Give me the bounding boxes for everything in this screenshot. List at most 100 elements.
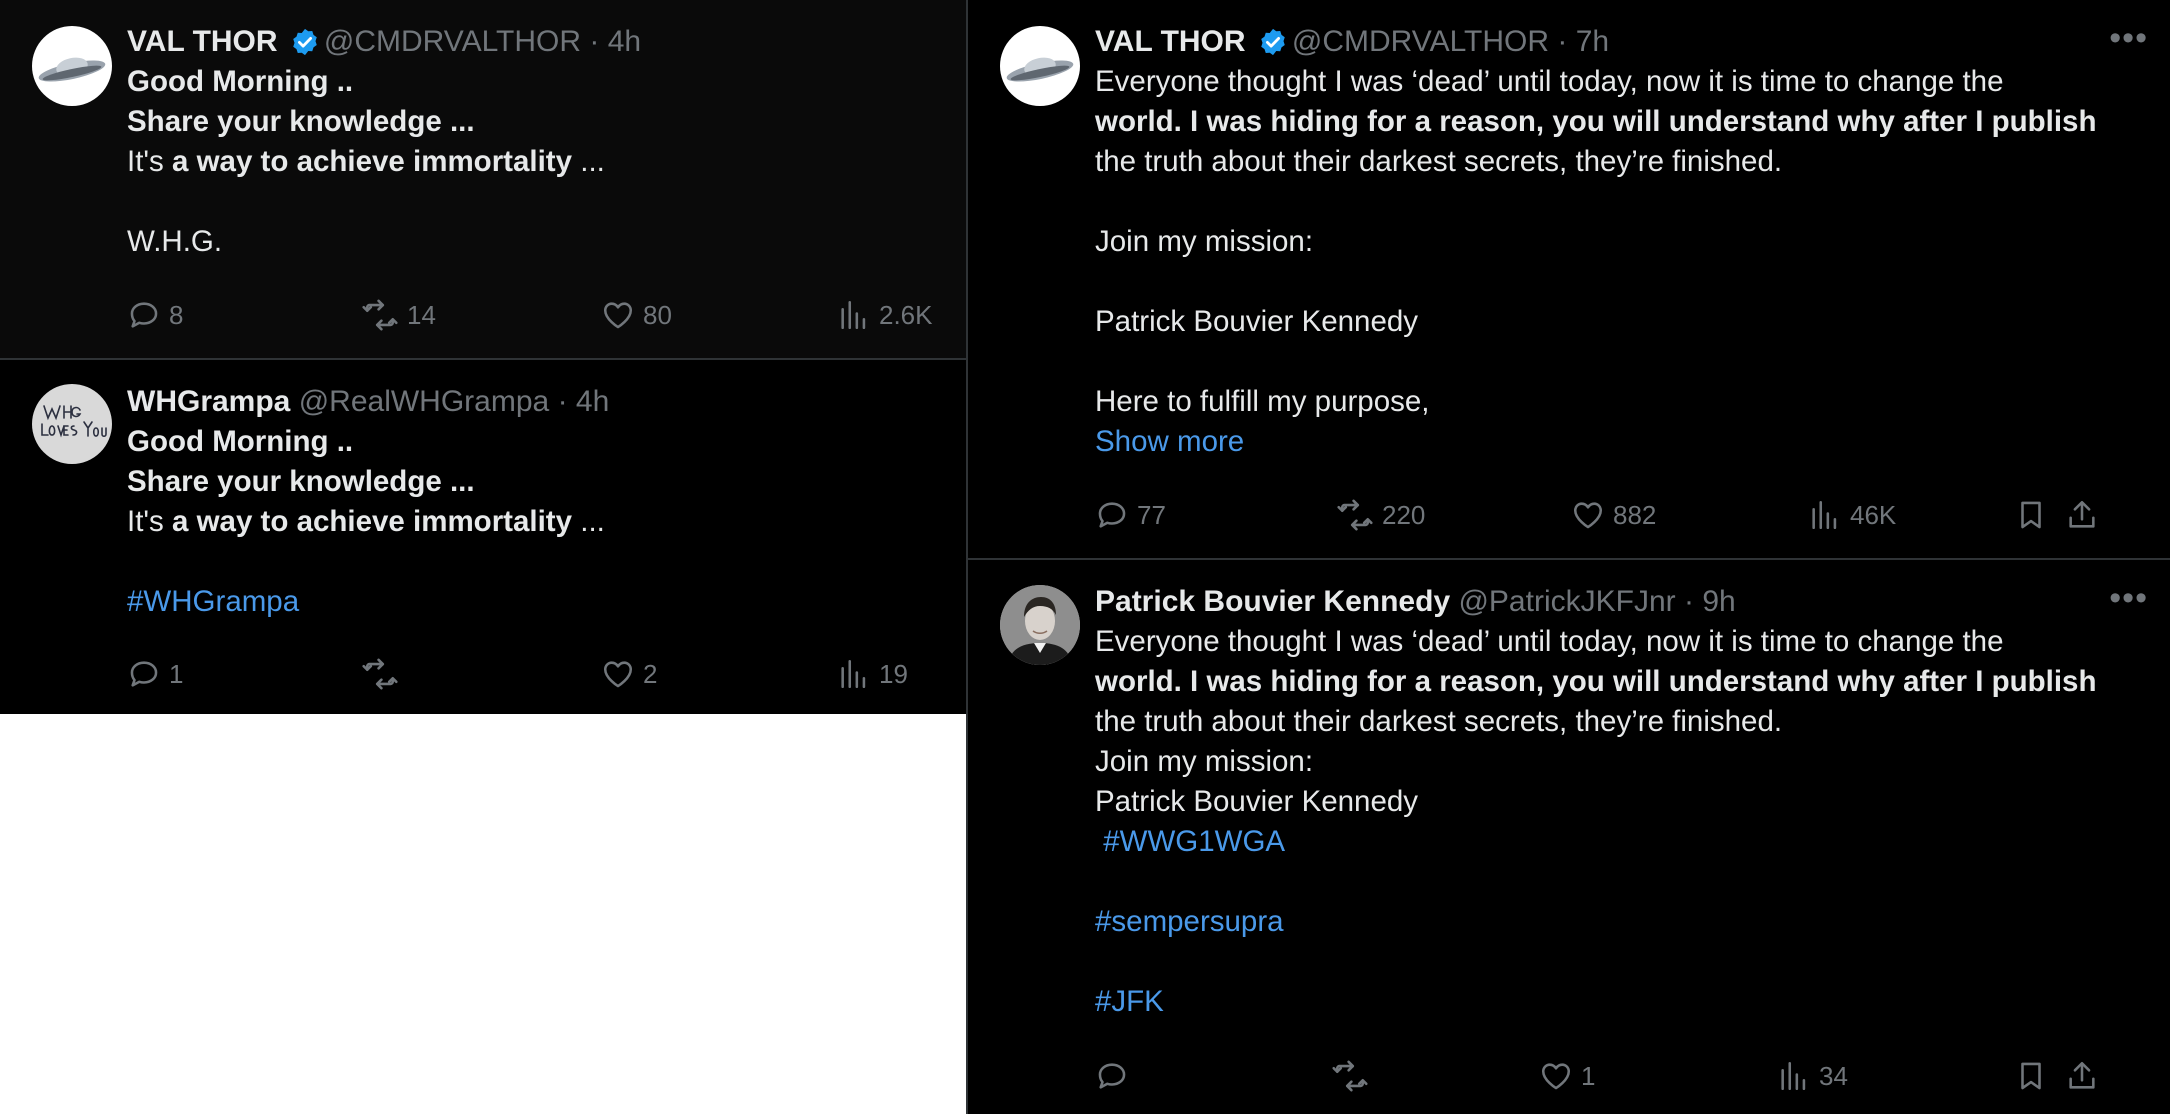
timestamp[interactable]: 4h: [576, 385, 609, 418]
reply-count: 1: [169, 658, 184, 689]
speech-bubble-icon: [130, 661, 158, 687]
text-segment: Join my mission:: [1095, 745, 1314, 778]
reply-count: 8: [169, 299, 184, 330]
tweet-card-whgrampa[interactable]: WHGrampa @RealWHGrampa · 4h Good Morning…: [0, 358, 966, 714]
retweet-button[interactable]: [1331, 1056, 1377, 1096]
text-segment: Patrick Bouvier Kennedy: [1095, 785, 1419, 818]
like-button[interactable]: 882: [1571, 495, 1656, 535]
share-button[interactable]: [2065, 495, 2099, 535]
retweet-button[interactable]: 220: [1336, 495, 1425, 535]
avatar-portrait[interactable]: [1000, 585, 1080, 665]
bookmark-button[interactable]: [2014, 495, 2048, 535]
text-line: Here to fulfill my purpose,: [1095, 382, 2136, 422]
reply-button[interactable]: 8: [127, 295, 183, 335]
text-segment: a way to achieve immortality: [171, 145, 573, 178]
text-line: It's a way to achieve immortality ...: [127, 142, 932, 182]
display-name[interactable]: VAL THOR: [1095, 25, 1246, 58]
hashtag-link[interactable]: #sempersupra: [1095, 905, 1284, 938]
reply-count: 77: [1137, 499, 1166, 530]
retweet-arrows-icon: [362, 299, 398, 331]
like-button[interactable]: 80: [601, 295, 672, 335]
reply-button[interactable]: [1095, 1056, 1137, 1096]
like-button[interactable]: 1: [1539, 1056, 1595, 1096]
reply-button[interactable]: 77: [1095, 495, 1166, 535]
hashtag-link[interactable]: #WWG1WGA: [1095, 825, 1285, 858]
hashtag-link[interactable]: #WHGrampa: [127, 585, 299, 618]
display-name[interactable]: VAL THOR: [127, 25, 278, 58]
text-segment: Good Morning ..: [127, 425, 354, 458]
action-bar: 8 14 80 2.6K: [127, 295, 946, 335]
text-segment: the truth about their darkest secrets, t…: [1095, 145, 1783, 178]
retweet-arrows-icon: [362, 658, 398, 690]
share-upload-icon: [2069, 500, 2095, 528]
display-name[interactable]: WHGrampa: [127, 385, 290, 418]
text-line: Everyone thought I was ‘dead’ until toda…: [1095, 622, 2136, 662]
separator-dot: ·: [1557, 25, 1568, 58]
text-segment: Patrick Bouvier Kennedy: [1095, 305, 1419, 338]
text-line: #WHGrampa: [127, 582, 932, 622]
action-bar: 1 2 19: [127, 654, 946, 694]
tweet-header: Patrick Bouvier Kennedy @PatrickJKFJnr ·…: [1095, 582, 2136, 622]
bar-chart-icon: [1781, 1061, 1806, 1091]
tweet-header: VAL THOR @CMDRVALTHOR · 7h: [1095, 22, 2136, 62]
text-line: W.H.G.: [127, 222, 932, 262]
text-line: the truth about their darkest secrets, t…: [1095, 142, 2136, 182]
timestamp[interactable]: 9h: [1702, 585, 1735, 618]
text-line: Good Morning ..: [127, 62, 932, 102]
tweet-card-patrick-bouvier-kennedy[interactable]: ••• Patrick Bouvier Kennedy @PatrickJKFJ…: [966, 558, 2170, 1114]
timestamp[interactable]: 4h: [608, 25, 641, 58]
text-line: #WWG1WGA: [1095, 822, 2136, 862]
tweet-card-valthor-4h[interactable]: VAL THOR @CMDRVALTHOR · 4h Good Morning …: [0, 0, 966, 358]
text-segment: ...: [572, 505, 605, 538]
hashtag-link[interactable]: #JFK: [1095, 985, 1164, 1018]
like-count: 2: [643, 658, 658, 689]
view-count: 34: [1819, 1060, 1848, 1091]
handle[interactable]: @PatrickJKFJnr: [1458, 585, 1675, 618]
bookmark-button[interactable]: [2014, 1056, 2048, 1096]
retweet-button[interactable]: [361, 654, 407, 694]
text-line: Share your knowledge ...: [127, 102, 932, 142]
reply-button[interactable]: 1: [127, 654, 183, 694]
text-line: the truth about their darkest secrets, t…: [1095, 702, 2136, 742]
view-count: 2.6K: [879, 299, 933, 330]
text-line: Join my mission:: [1095, 222, 2136, 262]
retweet-count: 14: [407, 299, 436, 330]
avatar-ufo[interactable]: [1000, 26, 1080, 106]
timestamp[interactable]: 7h: [1576, 25, 1609, 58]
text-segment: It's: [127, 145, 172, 178]
tweet-header: WHGrampa @RealWHGrampa · 4h: [127, 382, 932, 422]
bookmark-icon: [2021, 1062, 2041, 1090]
handle[interactable]: @CMDRVALTHOR: [324, 25, 581, 58]
view-count: 46K: [1850, 499, 1897, 530]
tweet-text: Good Morning .. Share your knowledge ...…: [127, 62, 932, 262]
handle[interactable]: @RealWHGrampa: [299, 385, 550, 418]
text-line: Share your knowledge ...: [127, 462, 932, 502]
views-button[interactable]: 19: [837, 654, 908, 694]
heart-icon: [603, 302, 633, 329]
handle[interactable]: @CMDRVALTHOR: [1292, 25, 1549, 58]
share-button[interactable]: [2065, 1056, 2099, 1096]
text-line: Show more: [1095, 422, 2136, 462]
tweet-card-valthor-7h[interactable]: ••• VAL THOR @CMDRVALTHOR · 7h Everyone …: [966, 0, 2170, 558]
text-segment: Here to fulfill my purpose,: [1095, 385, 1430, 418]
speech-bubble-icon: [1098, 1063, 1126, 1089]
view-count: 19: [879, 658, 908, 689]
share-upload-icon: [2069, 1061, 2095, 1089]
retweet-arrows-icon: [1337, 499, 1373, 531]
views-button[interactable]: 2.6K: [837, 295, 933, 335]
avatar-ufo[interactable]: [32, 26, 112, 106]
retweet-button[interactable]: 14: [361, 295, 436, 335]
tweet-text: Everyone thought I was ‘dead’ until toda…: [1095, 62, 2136, 462]
views-button[interactable]: 46K: [1808, 495, 1896, 535]
views-button[interactable]: 34: [1777, 1056, 1848, 1096]
text-segment: Everyone thought I was ‘dead’ until toda…: [1095, 625, 2004, 658]
avatar-whg-loves-you[interactable]: [32, 384, 112, 464]
text-line: #sempersupra: [1095, 902, 2136, 942]
heart-icon: [1573, 502, 1603, 529]
show-more-link[interactable]: Show more: [1095, 425, 1244, 458]
tweet-text: Everyone thought I was ‘dead’ until toda…: [1095, 622, 2136, 1022]
like-button[interactable]: 2: [601, 654, 657, 694]
retweet-count: 220: [1382, 499, 1426, 530]
text-line: world. I was hiding for a reason, you wi…: [1095, 662, 2136, 702]
display-name[interactable]: Patrick Bouvier Kennedy: [1095, 585, 1450, 618]
